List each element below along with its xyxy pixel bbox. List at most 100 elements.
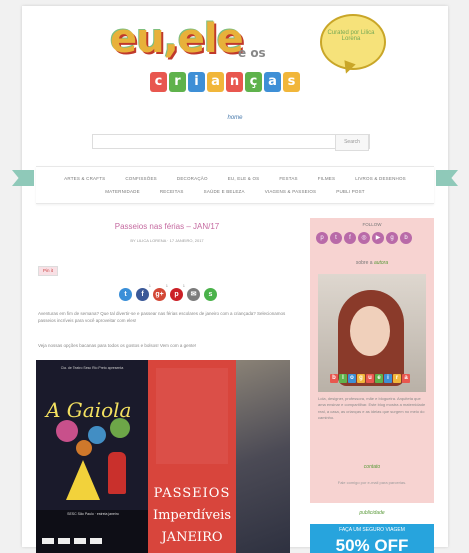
sponsor-logo	[42, 538, 54, 544]
nav-item[interactable]: ARTES & CRAFTS	[64, 176, 105, 181]
promo-line-2: Imperdíveis	[152, 508, 232, 523]
promo-line-3: JANEIRO	[161, 530, 223, 545]
pinterest-icon[interactable]: p	[316, 232, 328, 244]
blog-logo[interactable]: eu,ele e os crianças Curated por Lilica …	[110, 14, 386, 102]
page-container: eu,ele e os crianças Curated por Lilica …	[12, 6, 458, 553]
share-count: 1	[182, 283, 185, 288]
share-count: 1	[165, 283, 168, 288]
twitter-icon: t	[119, 288, 132, 301]
nav-item[interactable]: FILMES	[318, 176, 335, 181]
social-icons: p t f ◎ ▶ g b	[316, 232, 412, 244]
banner-letter-tile: l	[339, 374, 347, 383]
pinterest-icon: p	[170, 288, 183, 301]
contact-heading: contato	[363, 464, 381, 470]
main-navigation: ARTES & CRAFTS CONFISSÕES DECORAÇÃO EU, ELE…	[36, 166, 434, 204]
nav-item[interactable]: EU, ELE & OS	[228, 176, 260, 181]
author-bio: Lola, designer, professora, mãe e blogue…	[318, 396, 426, 421]
nav-item[interactable]: RECEITAS	[160, 189, 184, 194]
logo-letter-tile: i	[188, 72, 205, 92]
post-paragraph-1: Aventuras em fim de semana? Que tal dive…	[38, 311, 286, 323]
logo-letter-tile: n	[226, 72, 243, 92]
nav-item[interactable]: MATERNIDADE	[105, 189, 140, 194]
banner-letter-tile: a	[402, 374, 410, 383]
search-button[interactable]: Search	[335, 134, 369, 151]
logo-letter-tile: r	[169, 72, 186, 92]
nav-item[interactable]: DECORAÇÃO	[177, 176, 208, 181]
banner-letter-tile: b	[330, 374, 338, 383]
promo-line-1: PASSEIOS	[153, 486, 231, 501]
nav-item[interactable]: PUBLI POST	[336, 189, 365, 194]
banner-letter-tile: e	[375, 374, 383, 383]
logo-letter-tile: ç	[245, 72, 262, 92]
logo-letter-tile: s	[283, 72, 300, 92]
poster-boy-figure	[108, 452, 126, 494]
poster-circle	[88, 426, 106, 444]
about-name: autora	[373, 260, 389, 266]
google-plus-icon[interactable]: g	[386, 232, 398, 244]
nav-row-2: MATERNIDADE RECEITAS SAÚDE E BELEZA VIAGENS…	[36, 189, 434, 194]
promo-image-passeios[interactable]: PASSEIOS Imperdíveis JANEIRO	[148, 360, 290, 553]
poster-sponsor-logos	[42, 538, 102, 544]
sponsor-logo	[58, 538, 70, 544]
google-plus-icon: g+	[153, 288, 166, 301]
facebook-icon: f	[136, 288, 149, 301]
youtube-icon[interactable]: ▶	[372, 232, 384, 244]
speech-bubble-tail	[340, 60, 356, 76]
sharethis-icon: s	[204, 288, 217, 301]
bubble-text: Curated por Lilica Lorena	[327, 30, 375, 42]
email-icon: ✉	[187, 288, 200, 301]
banner-letter-tile: r	[393, 374, 401, 383]
post-meta: BY LILICA LORENA · 17 JANEIRO, 2017	[130, 238, 204, 243]
advertisement-banner[interactable]: FAÇA UM SEGURO VIAGEM 50% OFF	[310, 524, 434, 553]
sidebar: FOLLOW p t f ◎ ▶ g b sobre a autora blogueira …	[310, 218, 434, 503]
logo-letter-tile: c	[150, 72, 167, 92]
nav-item[interactable]: CONFISSÕES	[125, 176, 157, 181]
nav-item[interactable]: VIAGENS & PASSEIOS	[265, 189, 317, 194]
share-buttons: t f 1 g+ 1 p 1 ✉ s	[119, 283, 217, 301]
instagram-icon[interactable]: ◎	[358, 232, 370, 244]
blogueira-banner: blogueira	[330, 374, 410, 383]
twitter-share-button[interactable]: t	[119, 288, 132, 301]
ad-line-2: 50% OFF	[335, 536, 409, 553]
pin-it-button[interactable]: Pin it	[38, 266, 58, 276]
poster-footer-text: SESC São Paulo · estreia janeiro	[67, 512, 119, 516]
nav-ribbon-right	[436, 170, 458, 186]
promo-overlay	[156, 368, 228, 464]
banner-letter-tile: u	[366, 374, 374, 383]
contact-text[interactable]: Fale comigo por e-mail para parcerias.	[318, 480, 426, 485]
logo-criancas: crianças	[150, 72, 300, 92]
twitter-icon[interactable]: t	[330, 232, 342, 244]
poster-image-a-gaiola[interactable]: Cia. de Teatro Sesc Rio Preto apresenta …	[36, 360, 148, 553]
home-link[interactable]: home	[22, 115, 448, 121]
logo-title: eu,ele	[110, 16, 244, 62]
nav-item[interactable]: LIVROS & DESENHOS	[355, 176, 406, 181]
pinterest-share-button[interactable]: p1	[170, 283, 185, 301]
poster-title: A Gaiola	[46, 398, 132, 422]
sharethis-share-button[interactable]: s	[204, 288, 217, 301]
search-input[interactable]	[93, 135, 336, 148]
nav-item[interactable]: FESTAS	[279, 176, 297, 181]
logo-letter-tile: a	[207, 72, 224, 92]
email-share-button[interactable]: ✉	[187, 288, 200, 301]
advertising-heading: publicidade	[359, 510, 385, 516]
share-count: 1	[148, 283, 151, 288]
poster-dancer-figure	[66, 460, 100, 500]
poster-top-text: Cia. de Teatro Sesc Rio Preto apresenta	[60, 366, 124, 370]
author-photo: blogueira	[318, 274, 426, 392]
nav-ribbon-left	[12, 170, 34, 186]
ad-line-1: FAÇA UM SEGURO VIAGEM	[339, 527, 405, 533]
bloglovin-icon[interactable]: b	[400, 232, 412, 244]
facebook-icon[interactable]: f	[344, 232, 356, 244]
nav-item[interactable]: SAÚDE E BELEZA	[204, 189, 245, 194]
post-title[interactable]: Passeios nas férias – JAN/17	[42, 222, 292, 231]
facebook-share-button[interactable]: f1	[136, 283, 151, 301]
sponsor-logo	[90, 538, 102, 544]
banner-letter-tile: i	[384, 374, 392, 383]
google-plus-share-button[interactable]: g+ 1	[153, 283, 168, 301]
logo-speech-bubble	[320, 14, 386, 70]
banner-letter-tile: o	[348, 374, 356, 383]
poster-circle	[56, 420, 78, 442]
author-face	[350, 306, 390, 356]
about-heading: sobre a autora	[310, 260, 434, 266]
about-prefix: sobre a	[355, 260, 373, 266]
